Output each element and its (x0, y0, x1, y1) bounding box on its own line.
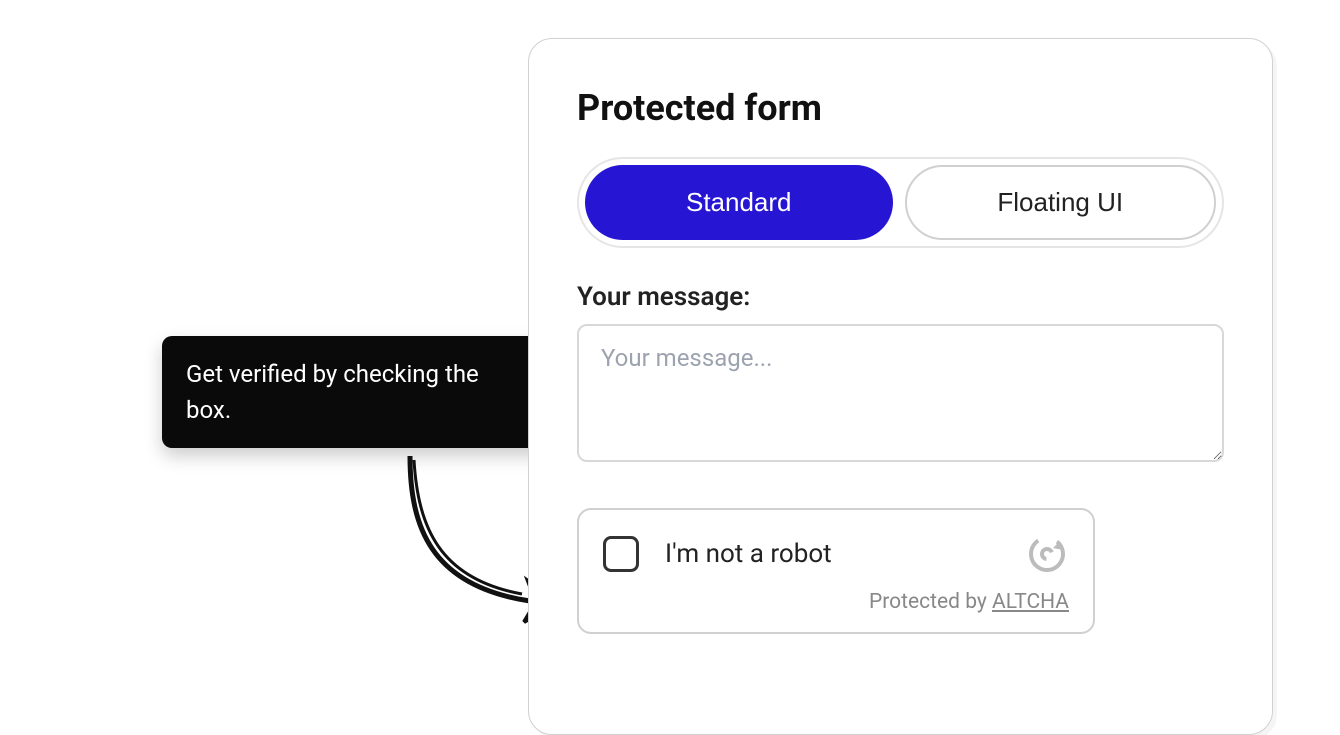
captcha-footer: Protected by ALTCHA (579, 590, 1093, 632)
tab-floating-ui[interactable]: Floating UI (905, 165, 1217, 240)
tab-standard[interactable]: Standard (585, 165, 893, 240)
message-label: Your message: (577, 282, 1224, 312)
captcha-main-row: I'm not a robot (579, 510, 1093, 590)
captcha-brand-link[interactable]: ALTCHA (992, 590, 1069, 614)
captcha-checkbox[interactable] (603, 536, 639, 572)
tooltip-text: Get verified by checking the box. (186, 360, 479, 424)
captcha-label: I'm not a robot (665, 539, 1025, 569)
tooltip-hint: Get verified by checking the box. (162, 336, 550, 448)
tab-group: Standard Floating UI (577, 157, 1224, 248)
form-title: Protected form (577, 87, 1224, 129)
captcha-widget: I'm not a robot Protected by ALTCHA (577, 508, 1095, 634)
message-input[interactable] (577, 324, 1224, 462)
captcha-protected-by: Protected by (869, 590, 992, 614)
refresh-icon (1025, 532, 1069, 576)
protected-form-card: Protected form Standard Floating UI Your… (528, 38, 1273, 735)
